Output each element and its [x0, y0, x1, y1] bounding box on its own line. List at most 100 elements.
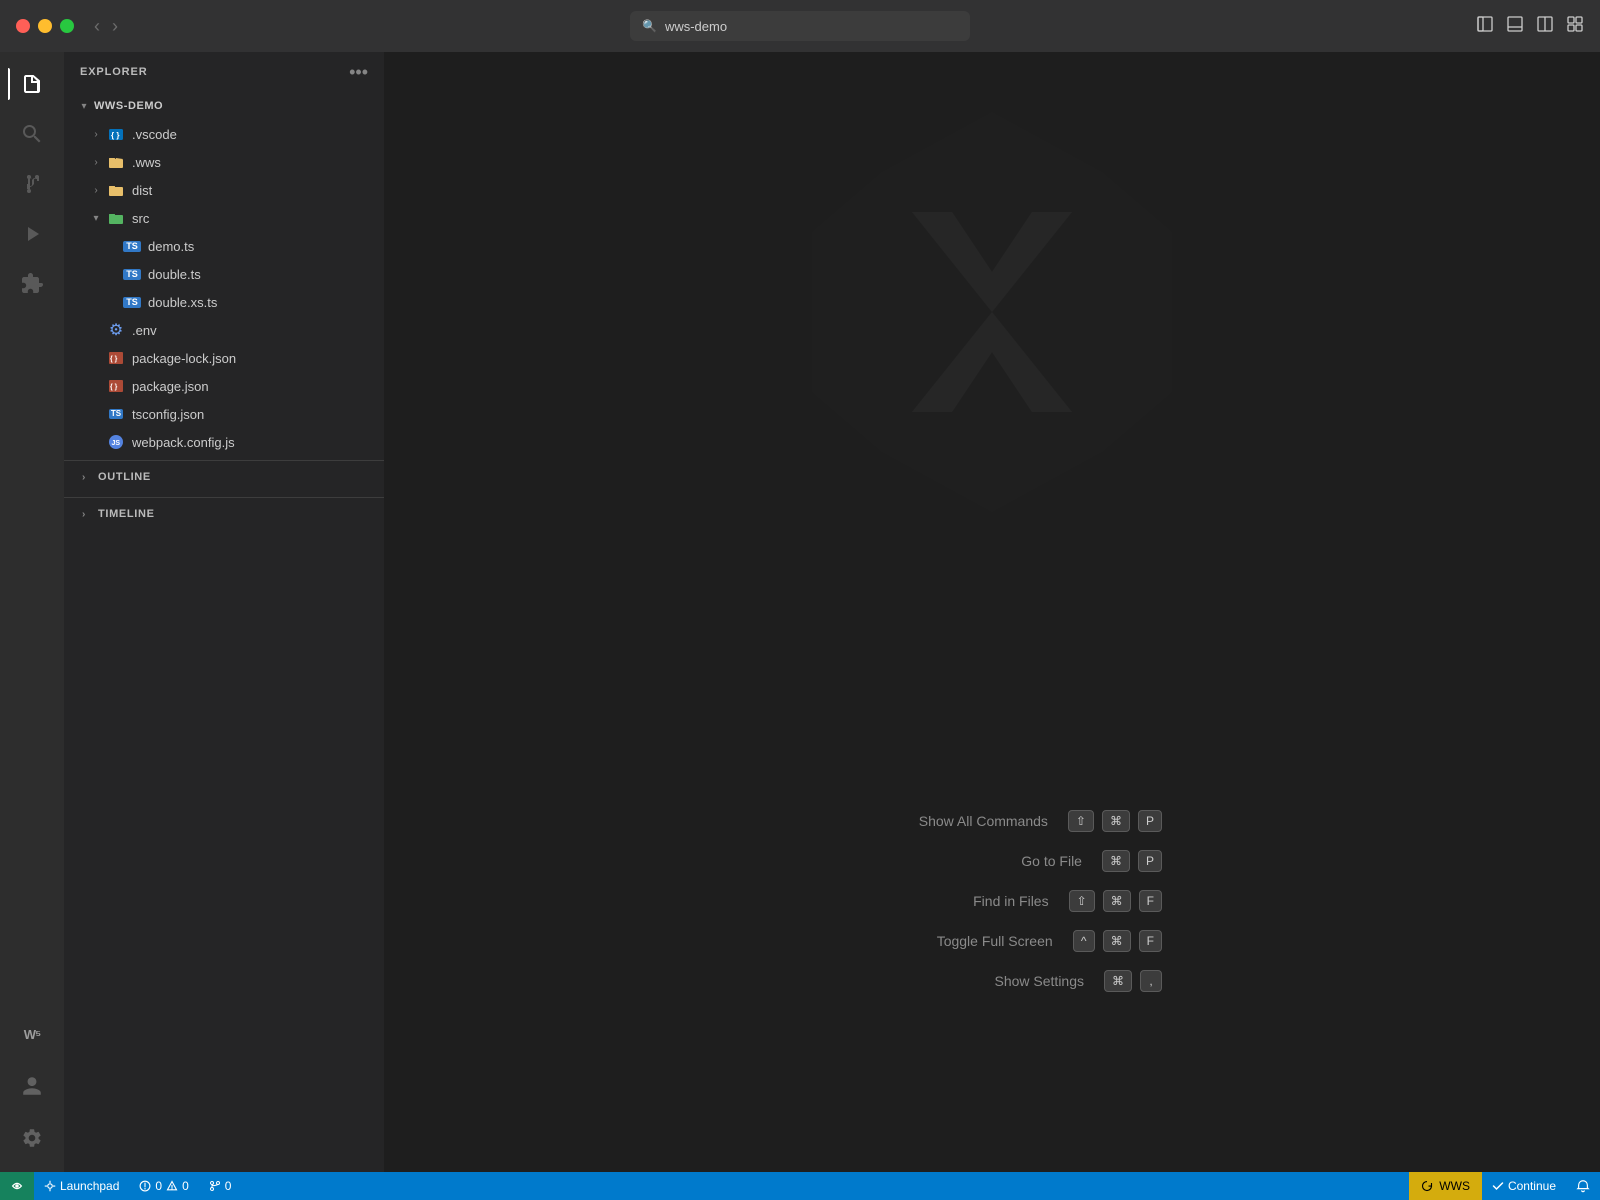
- tree-item-src[interactable]: ▾ src: [64, 204, 384, 232]
- tree-item-tsconfig[interactable]: TS tsconfig.json: [64, 400, 384, 428]
- tree-item-package-lock[interactable]: { } package-lock.json: [64, 344, 384, 372]
- outline-section: › OUTLINE: [64, 460, 384, 493]
- titlebar-actions: [1476, 15, 1584, 38]
- source-control-activity-icon[interactable]: [8, 160, 56, 208]
- tree-item-vscode[interactable]: › { } .vscode: [64, 120, 384, 148]
- search-text: wws-demo: [665, 19, 727, 34]
- error-count: 0: [155, 1179, 162, 1193]
- tree-item-env[interactable]: ⚙ .env: [64, 316, 384, 344]
- timeline-header[interactable]: › TIMELINE: [64, 498, 384, 530]
- errors-status-item[interactable]: 0 0: [129, 1172, 198, 1200]
- outline-label: OUTLINE: [98, 471, 151, 483]
- warning-icon: [166, 1180, 178, 1192]
- titlebar-search[interactable]: 🔍 wws-demo: [630, 11, 970, 41]
- double-xs-ts-label: double.xs.ts: [148, 295, 217, 310]
- wws-status-item[interactable]: WWS: [1409, 1172, 1482, 1200]
- outline-header[interactable]: › OUTLINE: [64, 461, 384, 493]
- shortcut-row-fullscreen: Toggle Full Screen ^ ⌘ F: [822, 930, 1162, 952]
- tree-item-dist[interactable]: › dist: [64, 176, 384, 204]
- ts-file-icon: TS: [122, 292, 142, 312]
- minimize-button[interactable]: [38, 19, 52, 33]
- key-comma: ,: [1140, 970, 1162, 992]
- status-bar: Launchpad 0 0 0: [0, 1172, 1600, 1200]
- panel-toggle-icon[interactable]: [1506, 15, 1524, 38]
- chevron-down-icon: ▾: [88, 210, 104, 226]
- key-shift: ⇧: [1069, 890, 1095, 912]
- wws-folder-label: .wws: [132, 155, 161, 170]
- key-cmd: ⌘: [1104, 970, 1132, 992]
- tree-root[interactable]: ▾ WWS-DEMO: [64, 92, 384, 120]
- launchpad-label: Launchpad: [60, 1179, 119, 1193]
- shortcut-row-settings: Show Settings ⌘ ,: [822, 970, 1162, 992]
- shortcut-row-find: Find in Files ⇧ ⌘ F: [822, 890, 1162, 912]
- key-p: P: [1138, 810, 1162, 832]
- sidebar-more-button[interactable]: •••: [349, 62, 368, 83]
- vscode-folder-label: .vscode: [132, 127, 177, 142]
- bell-icon: [1576, 1179, 1590, 1193]
- go-to-file-label: Go to File: [1021, 853, 1082, 869]
- account-activity-icon[interactable]: [8, 1062, 56, 1110]
- vscode-watermark: [792, 112, 1192, 517]
- titlebar: ‹ › 🔍 wws-demo: [0, 0, 1600, 52]
- nav-forward-button[interactable]: ›: [112, 16, 118, 37]
- tree-item-wws[interactable]: › .wws: [64, 148, 384, 176]
- explorer-activity-icon[interactable]: [8, 60, 56, 108]
- traffic-lights: [16, 19, 74, 33]
- run-debug-activity-icon[interactable]: [8, 210, 56, 258]
- key-cmd: ⌘: [1102, 850, 1130, 872]
- svg-text:{ }: { }: [110, 356, 118, 363]
- close-button[interactable]: [16, 19, 30, 33]
- sidebar-title: EXPLORER: [80, 66, 148, 78]
- customize-layout-icon[interactable]: [1566, 15, 1584, 38]
- tree-item-package-json[interactable]: { } package.json: [64, 372, 384, 400]
- status-left: Launchpad 0 0 0: [0, 1172, 241, 1200]
- key-cmd: ⌘: [1103, 890, 1131, 912]
- json-icon: { }: [106, 376, 126, 396]
- src-folder-label: src: [132, 211, 149, 226]
- tree-item-double-xs-ts[interactable]: TS double.xs.ts: [64, 288, 384, 316]
- timeline-section: › TIMELINE: [64, 497, 384, 530]
- tree-item-webpack[interactable]: JS webpack.config.js: [64, 428, 384, 456]
- launchpad-icon: [44, 1180, 56, 1192]
- env-file-icon: ⚙: [106, 320, 126, 340]
- nav-back-button[interactable]: ‹: [94, 16, 100, 37]
- warning-count: 0: [182, 1179, 189, 1193]
- find-in-files-label: Find in Files: [973, 893, 1048, 909]
- branch-status-item[interactable]: 0: [199, 1172, 242, 1200]
- svg-text:JS: JS: [112, 440, 121, 447]
- welcome-shortcuts: Show All Commands ⇧ ⌘ P Go to File ⌘ P F…: [822, 810, 1162, 992]
- key-shift: ⇧: [1068, 810, 1094, 832]
- key-cmd: ⌘: [1103, 930, 1131, 952]
- remote-status-item[interactable]: [0, 1172, 34, 1200]
- shortcut-row-goto: Go to File ⌘ P: [822, 850, 1162, 872]
- settings-activity-icon[interactable]: [8, 1114, 56, 1162]
- timeline-label: TIMELINE: [98, 508, 155, 520]
- editor-area: Show All Commands ⇧ ⌘ P Go to File ⌘ P F…: [384, 52, 1600, 1172]
- wws-activity-icon[interactable]: W⁵: [8, 1010, 56, 1058]
- search-activity-icon[interactable]: [8, 110, 56, 158]
- chevron-right-icon: ›: [76, 469, 92, 485]
- sidebar-toggle-icon[interactable]: [1476, 15, 1494, 38]
- tree-item-double-ts[interactable]: TS double.ts: [64, 260, 384, 288]
- extensions-activity-icon[interactable]: [8, 260, 56, 308]
- chevron-right-icon: ›: [76, 506, 92, 522]
- maximize-button[interactable]: [60, 19, 74, 33]
- package-lock-label: package-lock.json: [132, 351, 236, 366]
- activity-bar: W⁵: [0, 52, 64, 1172]
- error-icon: [139, 1180, 151, 1192]
- package-json-label: package.json: [132, 379, 209, 394]
- continue-label: Continue: [1508, 1179, 1556, 1193]
- root-folder-label: WWS-DEMO: [94, 100, 163, 112]
- launchpad-status-item[interactable]: Launchpad: [34, 1172, 129, 1200]
- json-lock-icon: { }: [106, 348, 126, 368]
- tree-item-demo-ts[interactable]: TS demo.ts: [64, 232, 384, 260]
- chevron-down-icon: ▾: [76, 98, 92, 114]
- editor-layout-icon[interactable]: [1536, 15, 1554, 38]
- sidebar: EXPLORER ••• ▾ WWS-DEMO › { } .vscode: [64, 52, 384, 1172]
- double-ts-label: double.ts: [148, 267, 201, 282]
- notifications-status-item[interactable]: [1566, 1172, 1600, 1200]
- demo-ts-label: demo.ts: [148, 239, 194, 254]
- toggle-fullscreen-label: Toggle Full Screen: [937, 933, 1053, 949]
- continue-status-item[interactable]: Continue: [1482, 1172, 1566, 1200]
- sync-icon: [1421, 1180, 1433, 1192]
